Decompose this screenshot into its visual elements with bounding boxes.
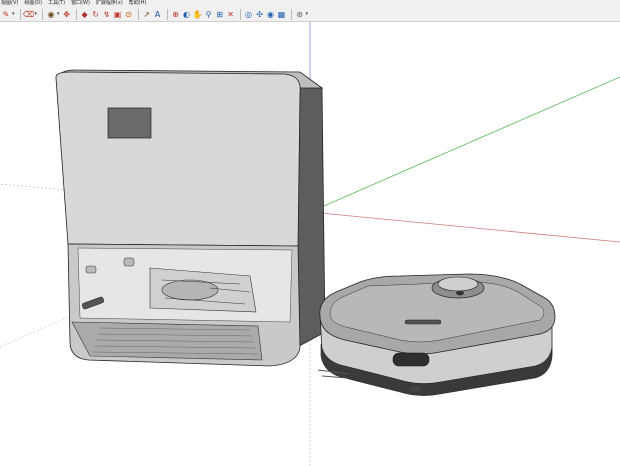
toolbar-separator: [239, 8, 241, 20]
viewport-canvas[interactable]: [0, 22, 620, 466]
robot-front-window: [392, 352, 430, 367]
toolbar-separator: [75, 8, 77, 20]
follow-me-icon[interactable]: ↯: [102, 9, 112, 20]
menu-item-4[interactable]: 扩展程序(x): [96, 0, 123, 7]
main-toolbar: ✎ ▾ ⌫ ▾ ◉ ▾ ✥ ◆ ↻ ↯ ▣ ⊙ ↗ A ⊕ ◐ ✋ ⚲ ⊞ ✕ ◎ ✣ ◉ ▦ ⊛ ▾: [0, 7, 620, 22]
tape-measure-icon[interactable]: ↗: [142, 9, 152, 20]
robot-wheel: [409, 386, 421, 392]
toolbar-separator: [19, 8, 21, 20]
menu-item-2[interactable]: 工具(T): [48, 0, 65, 7]
toolbar-separator: [137, 8, 139, 20]
3d-viewport[interactable]: [0, 22, 620, 466]
look-around-icon[interactable]: ◉: [266, 9, 276, 20]
pan-icon[interactable]: ✋: [193, 9, 203, 20]
rotate-icon[interactable]: ↻: [91, 9, 101, 20]
toolbar-separator: [166, 8, 168, 20]
zoom-extents-icon[interactable]: ✕: [226, 9, 236, 20]
eraser-icon[interactable]: ⌫: [23, 9, 34, 20]
orbit-icon[interactable]: ◐: [182, 9, 192, 20]
robot-lidar-sensor: [456, 290, 464, 296]
zoom-window-icon[interactable]: ⊞: [215, 9, 225, 20]
robot-vacuum-model[interactable]: [317, 273, 556, 396]
chevron-down-icon[interactable]: ▾: [57, 11, 60, 17]
toolbar-separator: [290, 8, 292, 20]
zoom-icon[interactable]: ⚲: [204, 9, 214, 20]
offset-icon[interactable]: ⊙: [124, 9, 134, 20]
chevron-down-icon[interactable]: ▾: [35, 11, 38, 17]
walk-icon[interactable]: ✣: [255, 9, 265, 20]
robot-button-strip: [404, 319, 442, 325]
robot-lidar-top: [437, 276, 479, 292]
menu-item-0[interactable]: 视图(V): [1, 0, 18, 7]
dock-knob-right: [123, 257, 135, 267]
menu-item-1[interactable]: 绘图(D): [24, 0, 42, 7]
dock-station-model[interactable]: [55, 69, 326, 367]
menu-item-3[interactable]: 窗口(W): [71, 0, 90, 7]
section-plane-icon[interactable]: ▦: [277, 9, 287, 20]
dock-display-panel: [107, 107, 152, 139]
paint-bucket-icon[interactable]: ◉: [46, 9, 56, 20]
scale-icon[interactable]: ▣: [113, 9, 123, 20]
chevron-down-icon[interactable]: ▾: [306, 11, 309, 17]
red-axis-line: [309, 211, 620, 243]
toolbar-separator: [42, 8, 44, 20]
dock-knob-left: [85, 265, 97, 274]
dock-brush-roller: [161, 279, 219, 301]
position-camera-icon[interactable]: ◎: [244, 9, 254, 20]
menu-bar: 视图(V) 绘图(D) 工具(T) 窗口(W) 扩展程序(x) 帮助(H): [0, 0, 620, 7]
chevron-down-icon[interactable]: ▾: [12, 11, 15, 17]
green-axis-line: [309, 76, 620, 213]
dock-front-upper: [55, 71, 301, 247]
move-icon[interactable]: ✥: [62, 9, 72, 20]
axes-icon[interactable]: ⊕: [171, 9, 181, 20]
styles-icon[interactable]: ⊛: [295, 9, 305, 20]
menu-item-5[interactable]: 帮助(H): [129, 0, 147, 7]
push-pull-icon[interactable]: ◆: [80, 9, 90, 20]
text-icon[interactable]: A: [153, 9, 163, 20]
pencil-icon[interactable]: ✎: [1, 9, 11, 20]
